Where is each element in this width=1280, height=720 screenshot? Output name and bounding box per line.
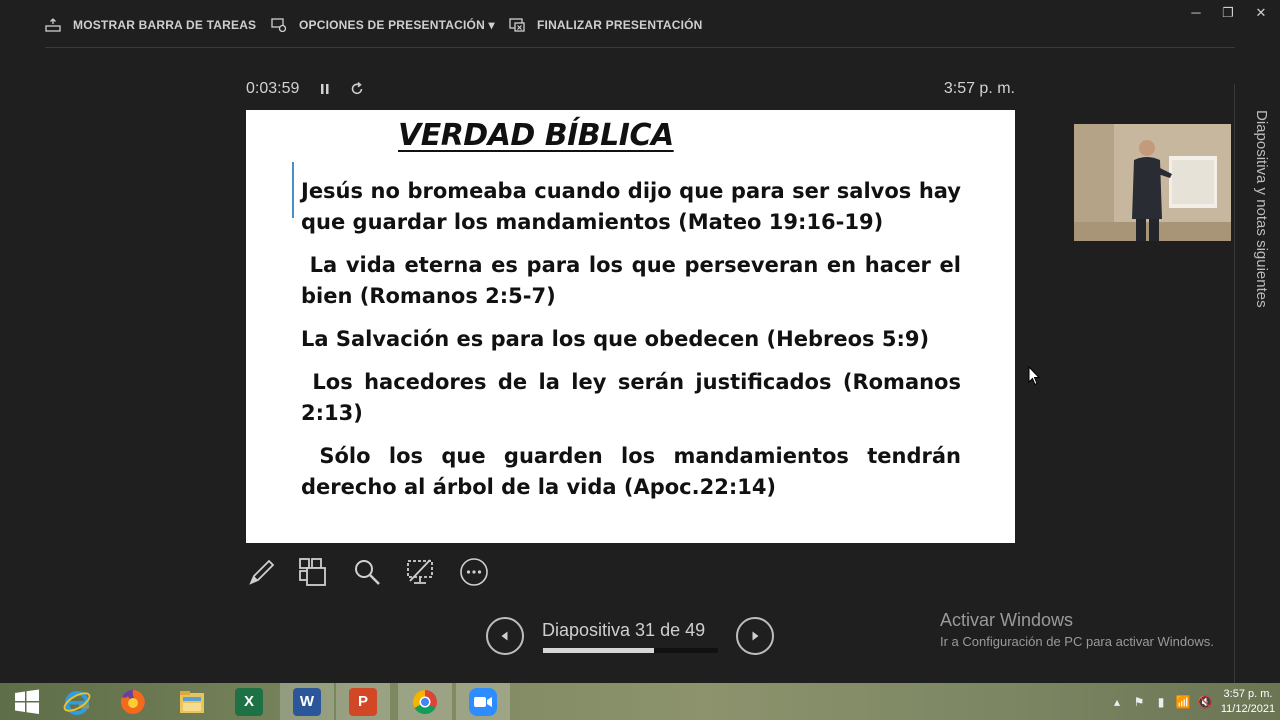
presentation-options-label: OPCIONES DE PRESENTACIÓN ▾ bbox=[299, 18, 495, 32]
slide-bullet: La vida eterna es para los que persevera… bbox=[301, 253, 961, 308]
magnifier-icon bbox=[355, 560, 380, 585]
firefox-button[interactable] bbox=[106, 683, 160, 720]
more-options-button[interactable] bbox=[458, 555, 490, 589]
slide-counter[interactable]: Diapositiva 31 de 49 bbox=[542, 620, 722, 641]
mouse-pointer-icon bbox=[1028, 366, 1040, 386]
settings-monitor-icon bbox=[271, 18, 287, 33]
zoom-icon bbox=[469, 687, 497, 716]
slide-progress-bar bbox=[543, 648, 718, 653]
show-taskbar-button[interactable]: MOSTRAR BARRA DE TAREAS bbox=[45, 17, 256, 33]
slides-grid-icon bbox=[299, 558, 326, 586]
monitor-slash-icon bbox=[407, 559, 433, 584]
pen-tool-button[interactable] bbox=[246, 555, 278, 589]
close-button[interactable]: ✕ bbox=[1249, 4, 1273, 22]
internet-explorer-icon bbox=[63, 690, 91, 715]
system-tray: ▴ ⚑ ▮ 📶 🔇 3:57 p. m. 11/12/2021 bbox=[1106, 683, 1280, 720]
end-show-icon bbox=[509, 18, 525, 32]
file-explorer-button[interactable] bbox=[165, 683, 219, 720]
taskbar-date: 11/12/2021 bbox=[1220, 702, 1276, 715]
chrome-button[interactable] bbox=[398, 683, 452, 720]
taskbar-icon bbox=[45, 18, 61, 32]
excel-icon: X bbox=[235, 687, 263, 716]
more-icon bbox=[460, 558, 488, 586]
pause-timer-button[interactable] bbox=[318, 80, 332, 98]
presenter-toolbar: MOSTRAR BARRA DE TAREAS OPCIONES DE PRES… bbox=[0, 0, 1280, 48]
slide-bullet: Sólo los que guarden los mandamientos te… bbox=[301, 444, 961, 499]
volume-muted-icon[interactable]: 🔇 bbox=[1194, 683, 1216, 720]
pause-icon bbox=[321, 84, 329, 94]
word-button[interactable]: W bbox=[280, 683, 334, 720]
show-hidden-icons-button[interactable]: ▴ bbox=[1106, 683, 1128, 720]
taskbar-clock[interactable]: 3:57 p. m. 11/12/2021 bbox=[1216, 687, 1280, 717]
next-slide-button[interactable] bbox=[736, 617, 774, 655]
reset-icon bbox=[351, 81, 363, 95]
panel-divider bbox=[1234, 84, 1235, 684]
toolbar-divider bbox=[45, 47, 1235, 48]
windows-taskbar: X W P ▴ ⚑ ▮ 📶 🔇 3:57 p. m. 11/12/2021 bbox=[0, 683, 1280, 720]
minimize-button[interactable]: ─ bbox=[1184, 4, 1208, 22]
end-presentation-label: FINALIZAR PRESENTACIÓN bbox=[537, 18, 703, 32]
previous-slide-button[interactable] bbox=[486, 617, 524, 655]
network-icon[interactable]: 📶 bbox=[1172, 683, 1194, 720]
internet-explorer-button[interactable] bbox=[50, 683, 104, 720]
triangle-right-icon bbox=[752, 631, 759, 641]
battery-icon[interactable]: ▮ bbox=[1150, 683, 1172, 720]
presenter-photo bbox=[1074, 124, 1231, 241]
current-time: 3:57 p. m. bbox=[943, 80, 1015, 97]
excel-button[interactable]: X bbox=[222, 683, 276, 720]
activation-watermark-title: Activar Windows bbox=[940, 610, 1074, 630]
slide-bullet: Los hacedores de la ley serán justificad… bbox=[301, 370, 961, 425]
see-all-slides-button[interactable] bbox=[297, 555, 329, 589]
flag-icon[interactable]: ⚑ bbox=[1128, 683, 1150, 720]
zoom-slide-button[interactable] bbox=[351, 555, 383, 589]
slide-bullet: La Salvación es para los que obedecen (H… bbox=[301, 327, 930, 351]
powerpoint-button[interactable]: P bbox=[336, 683, 390, 720]
zoom-button[interactable] bbox=[456, 683, 510, 720]
next-slide-preview[interactable] bbox=[1074, 124, 1231, 241]
powerpoint-icon: P bbox=[349, 687, 377, 716]
word-icon: W bbox=[293, 687, 321, 716]
taskbar-time: 3:57 p. m. bbox=[1223, 687, 1273, 700]
triangle-left-icon bbox=[501, 631, 508, 641]
windows-logo-icon bbox=[15, 689, 39, 714]
chrome-icon bbox=[412, 689, 437, 714]
current-slide[interactable]: VERDAD BÍBLICA Jesús no bromeaba cuando … bbox=[246, 110, 1015, 543]
restore-button[interactable]: ❐ bbox=[1216, 4, 1240, 22]
slide-bullet: Jesús no bromeaba cuando dijo que para s… bbox=[301, 179, 961, 234]
presenter-view: MOSTRAR BARRA DE TAREAS OPCIONES DE PRES… bbox=[0, 0, 1280, 720]
black-screen-button[interactable] bbox=[404, 555, 436, 589]
start-button[interactable] bbox=[0, 683, 54, 720]
reset-timer-button[interactable] bbox=[348, 80, 366, 98]
next-slide-notes-label[interactable]: Diapositiva y notas siguientes bbox=[1248, 110, 1270, 350]
presentation-options-button[interactable]: OPCIONES DE PRESENTACIÓN ▾ bbox=[271, 17, 495, 33]
pen-icon bbox=[249, 559, 275, 585]
slide-bullets: Jesús no bromeaba cuando dijo que para s… bbox=[301, 176, 961, 515]
show-taskbar-label: MOSTRAR BARRA DE TAREAS bbox=[73, 18, 257, 32]
folder-icon bbox=[180, 690, 204, 713]
slide-title: VERDAD BÍBLICA bbox=[398, 118, 674, 153]
slide-progress-fill bbox=[543, 648, 654, 653]
elapsed-timer: 0:03:59 bbox=[246, 80, 300, 97]
firefox-icon bbox=[120, 689, 145, 714]
text-cursor bbox=[292, 162, 294, 218]
end-presentation-button[interactable]: FINALIZAR PRESENTACIÓN bbox=[509, 17, 703, 33]
activation-watermark-subtitle: Ir a Configuración de PC para activar Wi… bbox=[940, 634, 1214, 649]
